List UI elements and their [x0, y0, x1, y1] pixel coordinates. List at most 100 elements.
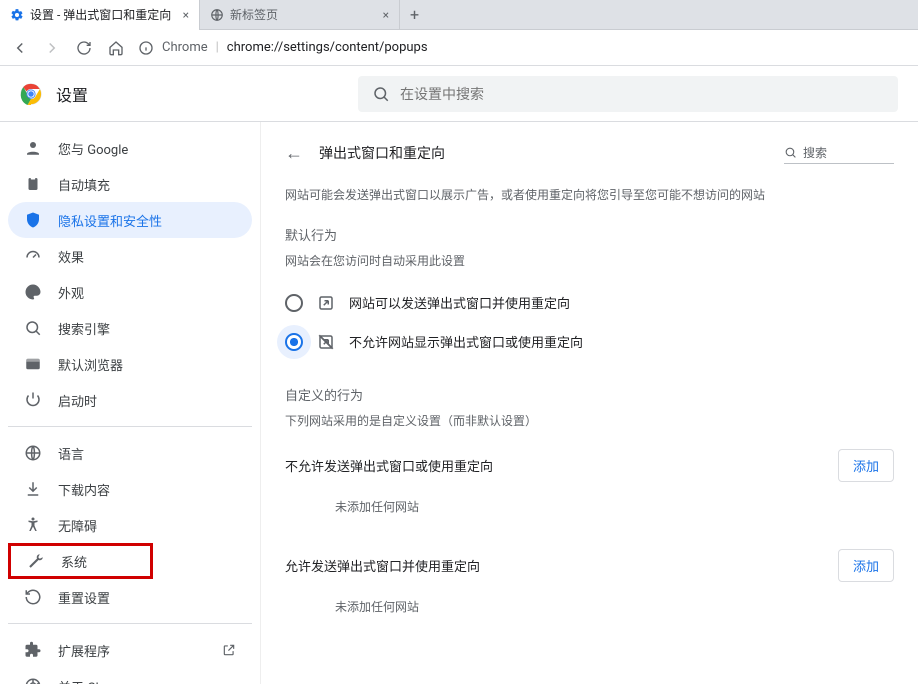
search-icon [24, 319, 42, 337]
sidebar-divider [8, 426, 252, 427]
sidebar-item-label: 搜索引擎 [58, 319, 110, 338]
custom-behavior-sub: 下列网站采用的是自定义设置（而非默认设置） [285, 412, 894, 429]
page-description: 网站可能会发送弹出式窗口以展示广告，或者使用重定向将您引导至您可能不想访问的网站 [285, 186, 894, 203]
add-blocked-site-button[interactable]: 添加 [838, 449, 894, 482]
home-icon[interactable] [106, 38, 126, 58]
radio-allow-popups[interactable]: 网站可以发送弹出式窗口并使用重定向 [285, 283, 894, 322]
info-icon [138, 40, 154, 56]
sidebar-item-label: 启动时 [58, 391, 97, 410]
tab-new[interactable]: 新标签页 × [200, 0, 400, 30]
allow-empty-text: 未添加任何网站 [285, 582, 894, 621]
new-tab-button[interactable]: + [400, 5, 429, 24]
default-behavior-sub: 网站会在您访问时自动采用此设置 [285, 252, 894, 269]
back-icon[interactable]: ← [285, 143, 303, 164]
globe-icon [210, 8, 224, 22]
search-icon [372, 85, 390, 103]
main-content: ← 弹出式窗口和重定向 搜索 网站可能会发送弹出式窗口以展示广告，或者使用重定向… [260, 122, 918, 684]
radio-icon [285, 333, 303, 351]
sidebar-item-label: 效果 [58, 247, 84, 266]
sidebar-item-label: 重置设置 [58, 588, 110, 607]
allow-section-row: 允许发送弹出式窗口并使用重定向 添加 [285, 549, 894, 582]
tab-title: 设置 - 弹出式窗口和重定向 [30, 6, 171, 23]
sidebar-item-about[interactable]: 关于 Chrome [8, 668, 252, 684]
back-icon[interactable] [10, 38, 30, 58]
sidebar-item-extensions[interactable]: 扩展程序 [8, 632, 252, 668]
sidebar-item-accessibility[interactable]: 无障碍 [8, 507, 252, 543]
default-behavior-title: 默认行为 [285, 225, 894, 244]
sidebar-item-label: 隐私设置和安全性 [58, 211, 162, 230]
clipboard-icon [24, 175, 42, 193]
sidebar-item-performance[interactable]: 效果 [8, 238, 252, 274]
sidebar: 您与 Google 自动填充 隐私设置和安全性 效果 外观 搜索引擎 默认浏览器… [0, 122, 260, 684]
wrench-icon [27, 552, 45, 570]
sidebar-item-you[interactable]: 您与 Google [8, 130, 252, 166]
allow-section-label: 允许发送弹出式窗口并使用重定向 [285, 556, 838, 575]
add-allowed-site-button[interactable]: 添加 [838, 549, 894, 582]
download-icon [24, 480, 42, 498]
sidebar-item-language[interactable]: 语言 [8, 435, 252, 471]
restore-icon [24, 588, 42, 606]
popup-allow-icon [317, 294, 335, 312]
settings-search[interactable] [358, 76, 898, 112]
browser-icon [24, 355, 42, 373]
radio-label: 网站可以发送弹出式窗口并使用重定向 [349, 293, 570, 312]
tab-settings[interactable]: 设置 - 弹出式窗口和重定向 × [0, 0, 200, 30]
settings-search-input[interactable] [400, 86, 884, 102]
sidebar-item-label: 自动填充 [58, 175, 110, 194]
speedometer-icon [24, 247, 42, 265]
omnibox[interactable]: Chrome | chrome://settings/content/popup… [138, 40, 908, 56]
block-section-label: 不允许发送弹出式窗口或使用重定向 [285, 456, 838, 475]
forward-icon[interactable] [42, 38, 62, 58]
sidebar-item-default-browser[interactable]: 默认浏览器 [8, 346, 252, 382]
content-search-label: 搜索 [803, 144, 827, 161]
sidebar-item-label: 外观 [58, 283, 84, 302]
page-title: 设置 [56, 82, 88, 106]
sidebar-item-system[interactable]: 系统 [8, 543, 153, 579]
search-icon [784, 146, 797, 159]
sidebar-item-label: 无障碍 [58, 516, 97, 535]
globe-icon [24, 444, 42, 462]
chrome-logo-icon [24, 677, 42, 684]
sidebar-item-appearance[interactable]: 外观 [8, 274, 252, 310]
sidebar-item-privacy[interactable]: 隐私设置和安全性 [8, 202, 252, 238]
power-icon [24, 391, 42, 409]
block-section-row: 不允许发送弹出式窗口或使用重定向 添加 [285, 449, 894, 482]
sidebar-divider [8, 623, 252, 624]
settings-header: 设置 [0, 66, 918, 122]
tab-strip: 设置 - 弹出式窗口和重定向 × 新标签页 × + [0, 0, 918, 30]
puzzle-icon [24, 641, 42, 659]
sidebar-item-label: 关于 Chrome [58, 677, 133, 684]
radio-icon [285, 294, 303, 312]
sidebar-item-autofill[interactable]: 自动填充 [8, 166, 252, 202]
content-search[interactable]: 搜索 [784, 142, 894, 164]
sidebar-item-label: 语言 [58, 444, 84, 463]
sidebar-item-downloads[interactable]: 下载内容 [8, 471, 252, 507]
reload-icon[interactable] [74, 38, 94, 58]
close-icon[interactable]: × [183, 8, 189, 22]
close-icon[interactable]: × [383, 8, 389, 22]
palette-icon [24, 283, 42, 301]
page-header: ← 弹出式窗口和重定向 搜索 [285, 142, 894, 164]
sidebar-item-reset[interactable]: 重置设置 [8, 579, 252, 615]
radio-block-popups[interactable]: 不允许网站显示弹出式窗口或使用重定向 [285, 322, 894, 361]
sidebar-item-label: 默认浏览器 [58, 355, 123, 374]
omnibox-app: Chrome [162, 40, 208, 55]
sidebar-item-startup[interactable]: 启动时 [8, 382, 252, 418]
toolbar: Chrome | chrome://settings/content/popup… [0, 30, 918, 66]
tab-title: 新标签页 [230, 6, 278, 23]
popup-block-icon [317, 333, 335, 351]
external-link-icon [222, 643, 236, 657]
person-icon [24, 139, 42, 157]
sidebar-item-label: 您与 Google [58, 139, 128, 158]
shield-icon [24, 211, 42, 229]
sidebar-item-search[interactable]: 搜索引擎 [8, 310, 252, 346]
gear-icon [10, 8, 24, 22]
sidebar-item-label: 系统 [61, 552, 87, 571]
omnibox-url: chrome://settings/content/popups [227, 40, 428, 55]
block-empty-text: 未添加任何网站 [285, 482, 894, 521]
chrome-logo-icon [20, 83, 42, 105]
custom-behavior-title: 自定义的行为 [285, 385, 894, 404]
content-title: 弹出式窗口和重定向 [319, 143, 445, 163]
sidebar-item-label: 下载内容 [58, 480, 110, 499]
sidebar-item-label: 扩展程序 [58, 641, 110, 660]
